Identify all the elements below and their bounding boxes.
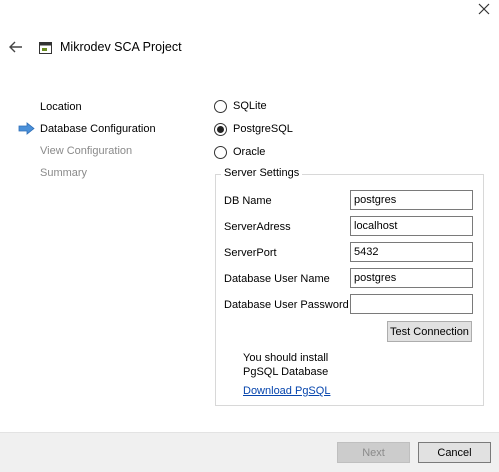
window-title: Mikrodev SCA Project bbox=[60, 40, 182, 54]
db-password-label: Database User Password bbox=[224, 299, 349, 311]
db-password-input[interactable] bbox=[350, 294, 473, 314]
radio-label: Oracle bbox=[233, 146, 266, 158]
step-view-configuration: View Configuration bbox=[40, 145, 133, 157]
step-location: Location bbox=[40, 101, 82, 113]
current-step-arrow-icon bbox=[18, 122, 35, 135]
step-summary: Summary bbox=[40, 167, 88, 179]
db-name-input[interactable] bbox=[350, 190, 473, 210]
install-note-line1: You should install bbox=[243, 352, 329, 364]
test-connection-button[interactable]: Test Connection bbox=[387, 321, 472, 342]
server-port-input[interactable] bbox=[350, 242, 473, 262]
radio-button[interactable] bbox=[214, 99, 227, 113]
back-arrow-icon[interactable] bbox=[8, 40, 24, 54]
download-pgsql-link[interactable]: Download PgSQL bbox=[243, 385, 330, 397]
install-note-line2: PgSQL Database bbox=[243, 366, 329, 378]
app-window-icon bbox=[39, 42, 52, 54]
radio-label: PostgreSQL bbox=[233, 123, 293, 135]
db-user-input[interactable] bbox=[350, 268, 473, 288]
db-user-label: Database User Name bbox=[224, 273, 330, 285]
server-address-label: ServerAdress bbox=[224, 221, 291, 233]
radio-button[interactable] bbox=[214, 122, 227, 136]
next-button[interactable]: Next bbox=[337, 442, 410, 463]
radio-button[interactable] bbox=[214, 145, 227, 159]
step-database-configuration: Database Configuration bbox=[40, 123, 156, 135]
radio-oracle[interactable]: Oracle bbox=[214, 145, 265, 159]
close-icon[interactable] bbox=[476, 1, 492, 17]
db-name-label: DB Name bbox=[224, 195, 272, 207]
radio-label: SQLite bbox=[233, 100, 267, 112]
radio-sqlite[interactable]: SQLite bbox=[214, 99, 267, 113]
cancel-button[interactable]: Cancel bbox=[418, 442, 491, 463]
radio-postgresql[interactable]: PostgreSQL bbox=[214, 122, 293, 136]
server-address-input[interactable] bbox=[350, 216, 473, 236]
server-settings-legend: Server Settings bbox=[221, 167, 303, 179]
server-port-label: ServerPort bbox=[224, 247, 277, 259]
